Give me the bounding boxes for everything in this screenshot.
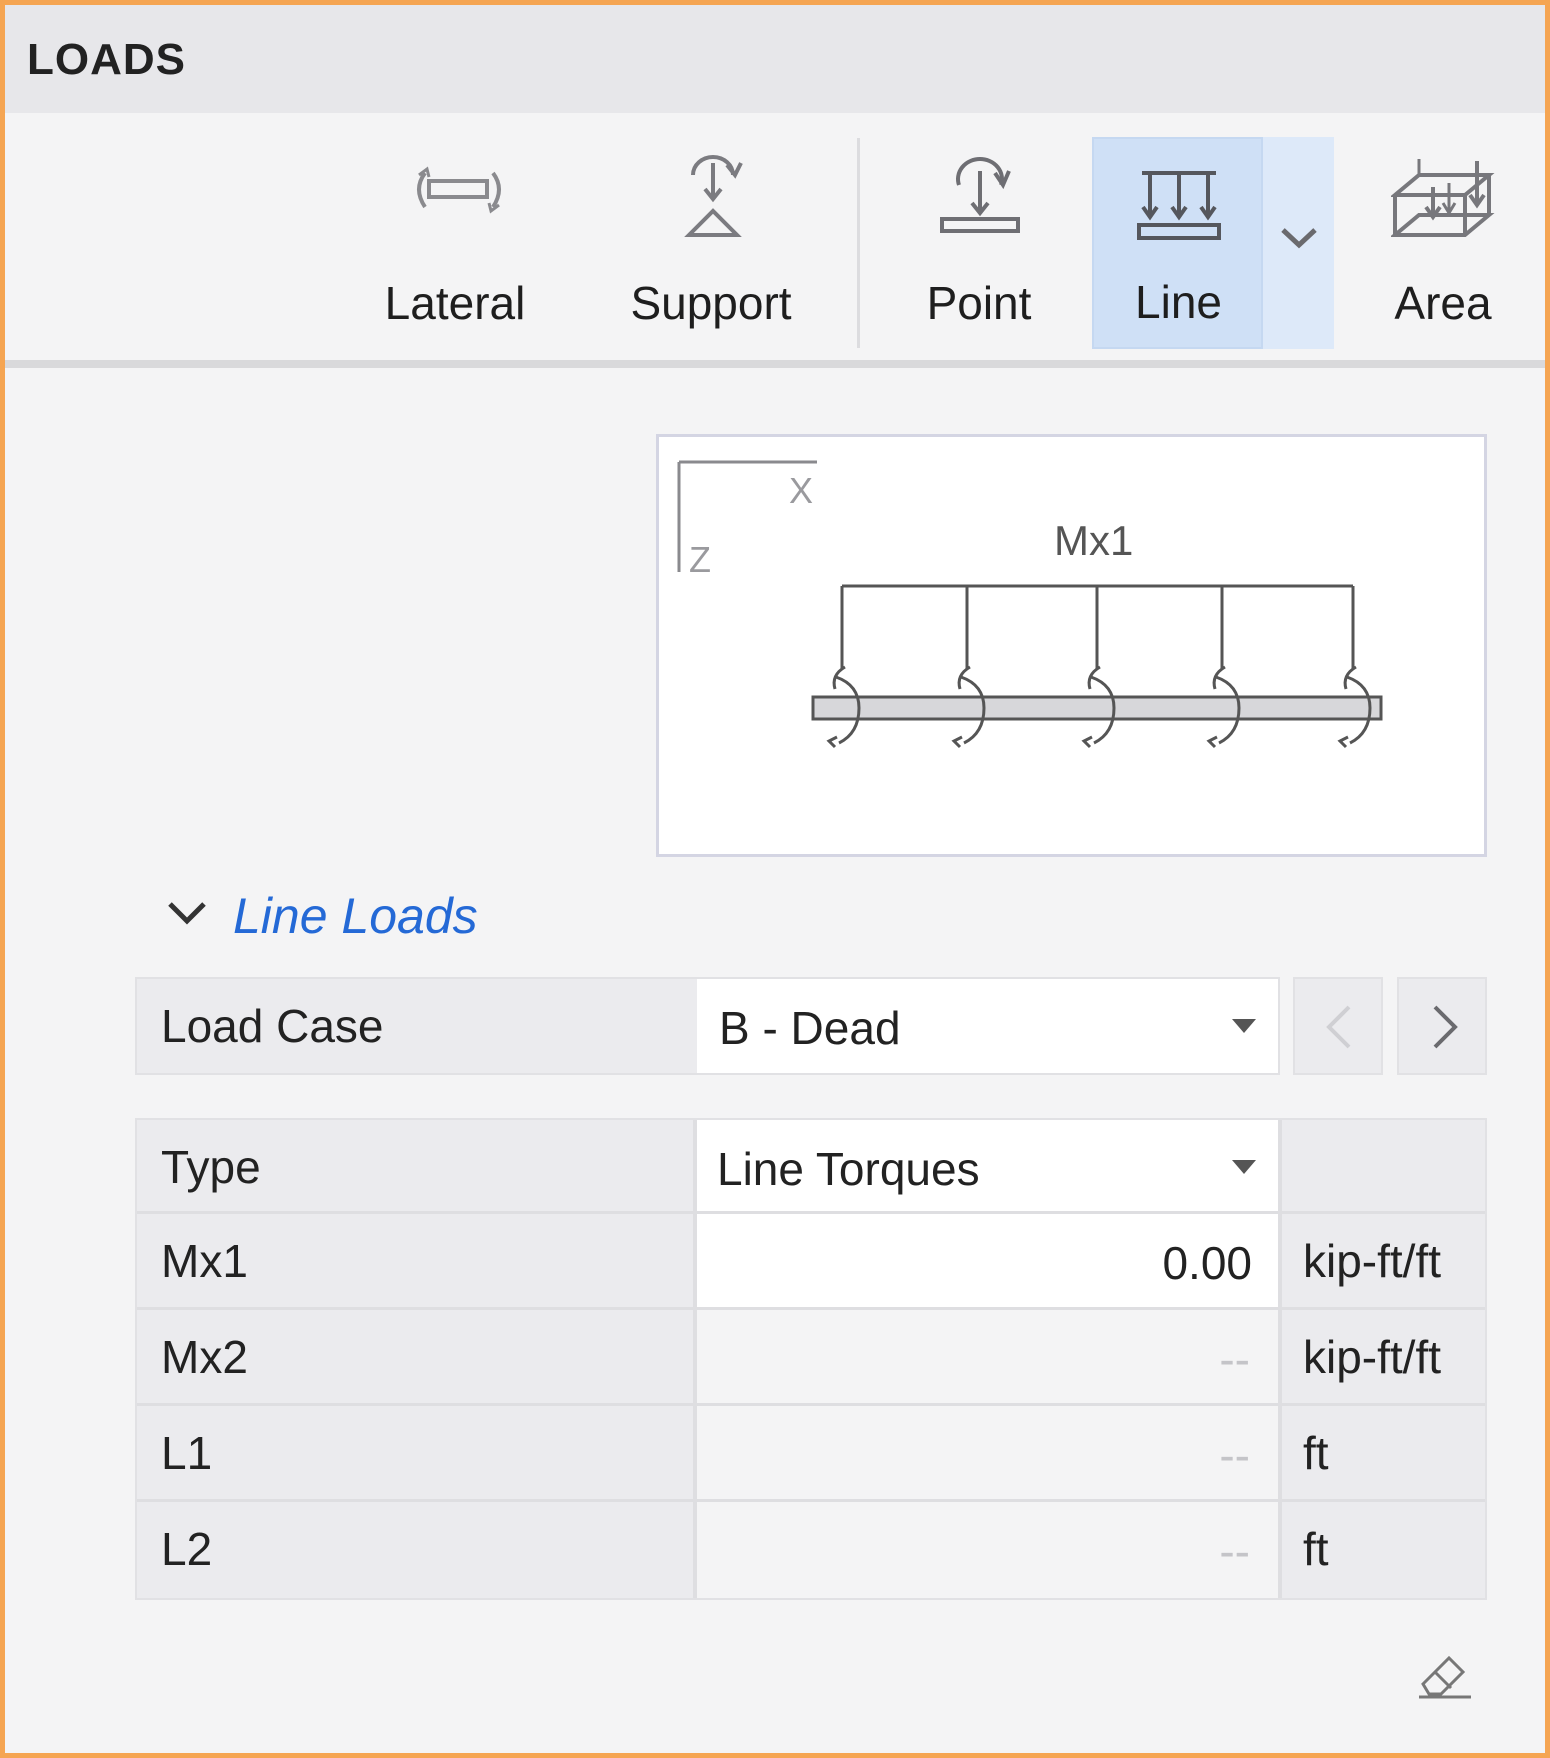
eraser-icon[interactable]	[1415, 1650, 1475, 1700]
type-row: Type Line Torques	[137, 1120, 1485, 1214]
l1-input: --	[697, 1406, 1278, 1499]
axis-z-label: Z	[689, 539, 711, 580]
l2-label: L2	[161, 1523, 213, 1575]
line-torque-diagram: X Z Mx1	[677, 460, 1383, 749]
type-value: Line Torques	[717, 1143, 980, 1195]
support-label: Support	[630, 277, 792, 329]
column-divider	[1278, 1120, 1282, 1598]
load-case-value: B - Dead	[719, 1002, 901, 1054]
load-case-label: Load Case	[161, 1000, 384, 1052]
mx2-value: --	[1219, 1333, 1250, 1385]
mx1-label: Mx1	[161, 1235, 248, 1287]
type-select[interactable]: Line Torques	[697, 1120, 1278, 1211]
area-label: Area	[1394, 277, 1492, 329]
ribbon-separator	[857, 138, 860, 348]
line-load-icon	[1137, 171, 1221, 240]
lateral-load-icon	[417, 166, 501, 214]
lateral-button[interactable]: Lateral	[367, 133, 543, 338]
mx1-unit: kip-ft/ft	[1303, 1235, 1442, 1287]
collapse-chevron-icon[interactable]	[167, 900, 207, 926]
mx1-value: 0.00	[1162, 1237, 1252, 1289]
property-row-l2: L2 -- ft	[137, 1502, 1485, 1598]
point-button[interactable]: Point	[895, 133, 1063, 338]
load-label: Mx1	[1054, 517, 1133, 564]
properties-grid: Type Line Torques Mx1 0.00 kip-ft/ft Mx2…	[135, 1118, 1487, 1600]
loads-panel: LOADS Lateral Support Point Line Area X …	[0, 0, 1550, 1758]
load-type-ribbon: Lateral Support Point Line Area	[5, 113, 1545, 363]
load-preview-diagram: X Z Mx1	[656, 434, 1487, 857]
property-row-mx1: Mx1 0.00 kip-ft/ft	[137, 1214, 1485, 1310]
l2-value: --	[1219, 1525, 1250, 1577]
l1-value: --	[1219, 1429, 1250, 1481]
chevron-down-icon	[1281, 228, 1317, 249]
panel-header: LOADS	[5, 5, 1545, 113]
area-button[interactable]: Area	[1375, 133, 1511, 338]
lateral-label: Lateral	[384, 277, 526, 329]
mx2-input: --	[697, 1310, 1278, 1403]
previous-load-case-button[interactable]	[1293, 977, 1383, 1075]
load-case-select[interactable]: B - Dead	[697, 979, 1278, 1073]
line-label: Line	[1135, 276, 1222, 328]
l2-input: --	[697, 1502, 1278, 1598]
load-case-row: Load Case B - Dead	[135, 977, 1280, 1075]
type-label: Type	[161, 1141, 261, 1193]
column-divider	[693, 1120, 697, 1598]
next-load-case-button[interactable]	[1397, 977, 1487, 1075]
mx2-label: Mx2	[161, 1331, 248, 1383]
l1-unit: ft	[1303, 1427, 1329, 1479]
l2-unit: ft	[1303, 1523, 1329, 1575]
dropdown-arrow-icon	[1232, 1160, 1256, 1174]
support-load-icon	[684, 155, 743, 237]
property-row-mx2: Mx2 -- kip-ft/ft	[137, 1310, 1485, 1406]
panel-title: LOADS	[27, 35, 186, 84]
mx2-unit: kip-ft/ft	[1303, 1331, 1442, 1383]
area-load-icon	[1391, 159, 1495, 237]
ribbon-divider	[5, 360, 1545, 368]
point-load-icon	[940, 157, 1020, 233]
property-row-l1: L1 -- ft	[137, 1406, 1485, 1502]
chevron-left-icon	[1326, 1005, 1351, 1049]
line-dropdown-button[interactable]	[1261, 137, 1334, 349]
line-loads-section-title[interactable]: Line Loads	[233, 887, 478, 945]
mx1-input[interactable]: 0.00	[697, 1214, 1278, 1307]
axis-x-label: X	[789, 470, 813, 511]
point-label: Point	[926, 277, 1032, 329]
support-button[interactable]: Support	[613, 133, 809, 338]
dropdown-arrow-icon	[1232, 1019, 1256, 1033]
chevron-right-icon	[1433, 1005, 1458, 1049]
l1-label: L1	[161, 1427, 213, 1479]
